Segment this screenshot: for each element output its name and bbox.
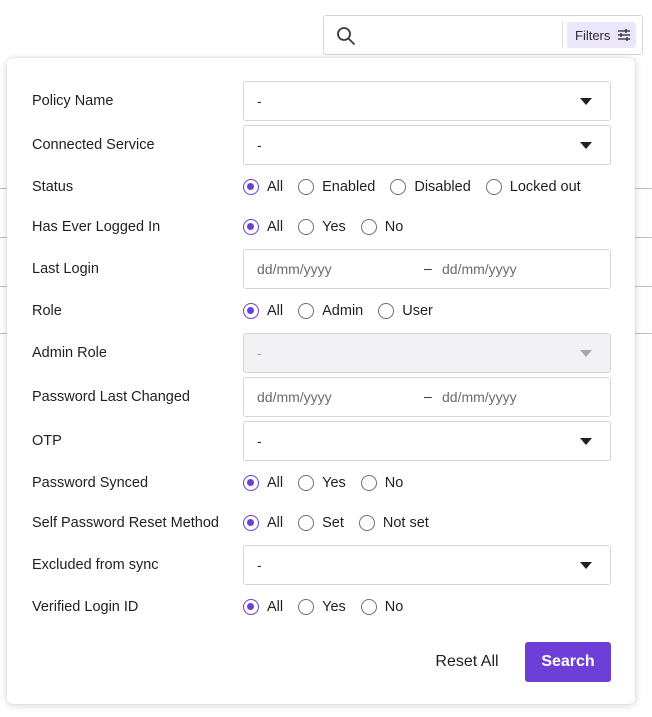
radio-icon[interactable] xyxy=(298,303,315,319)
admin-role-select: - xyxy=(243,333,611,373)
radio-icon[interactable] xyxy=(298,475,315,491)
reset-all-button[interactable]: Reset All xyxy=(427,642,507,682)
password-synced-radio-no[interactable]: No xyxy=(360,475,403,491)
radio-icon[interactable] xyxy=(298,179,315,195)
status-radio-all[interactable]: All xyxy=(243,179,283,195)
password-synced-radio-yes[interactable]: Yes xyxy=(298,475,346,491)
radio-icon[interactable] xyxy=(378,303,395,319)
sliders-icon xyxy=(618,29,631,41)
admin-role-label: Admin Role xyxy=(32,345,107,361)
search-input[interactable] xyxy=(364,22,554,48)
status-radio-enabled[interactable]: Enabled xyxy=(298,179,375,195)
last-login-from-input[interactable]: dd/mm/yyyy xyxy=(257,261,332,277)
password-synced-radio-group: All Yes No xyxy=(243,475,418,491)
connected-service-value: - xyxy=(257,137,262,153)
radio-selected-icon[interactable] xyxy=(243,179,259,195)
excluded-from-sync-label: Excluded from sync xyxy=(32,557,159,573)
filter-panel: Policy Name - Connected Service - Status… xyxy=(7,58,635,704)
password-synced-radio-all[interactable]: All xyxy=(243,475,283,491)
radio-selected-icon[interactable] xyxy=(243,515,259,531)
password-synced-label: Password Synced xyxy=(32,475,149,491)
radio-icon[interactable] xyxy=(485,179,502,195)
caret-down-icon xyxy=(580,562,592,569)
radio-selected-icon[interactable] xyxy=(243,303,259,319)
caret-down-icon xyxy=(580,438,592,445)
radio-icon[interactable] xyxy=(358,515,375,531)
radio-icon[interactable] xyxy=(390,179,407,195)
otp-value: - xyxy=(257,433,262,449)
role-radio-all[interactable]: All xyxy=(243,303,283,319)
has-ever-logged-in-radio-group: All Yes No xyxy=(243,219,418,235)
status-radio-disabled[interactable]: Disabled xyxy=(390,179,471,195)
radio-selected-icon[interactable] xyxy=(243,219,259,235)
background-divider xyxy=(634,333,652,334)
date-range-separator: – xyxy=(424,260,432,276)
verified-login-id-radio-all[interactable]: All xyxy=(243,599,283,615)
password-last-changed-label: Password Last Changed xyxy=(32,389,190,405)
self-password-reset-radio-all[interactable]: All xyxy=(243,515,283,531)
last-login-date-range[interactable]: dd/mm/yyyy – dd/mm/yyyy xyxy=(243,249,611,289)
connected-service-label: Connected Service xyxy=(32,137,155,153)
search-button[interactable]: Search xyxy=(525,642,611,682)
background-divider xyxy=(634,286,652,287)
radio-selected-icon[interactable] xyxy=(243,475,259,491)
radio-selected-icon[interactable] xyxy=(243,599,259,615)
self-password-reset-radio-group: All Set Not set xyxy=(243,515,444,531)
admin-role-value: - xyxy=(257,345,262,361)
radio-icon[interactable] xyxy=(298,599,315,615)
filters-label: Filters xyxy=(575,27,611,43)
caret-down-icon xyxy=(580,98,592,105)
role-radio-group: All Admin User xyxy=(243,303,448,319)
password-last-changed-to-input[interactable]: dd/mm/yyyy xyxy=(442,389,517,405)
policy-name-value: - xyxy=(257,93,262,109)
otp-select[interactable]: - xyxy=(243,421,611,461)
role-radio-user[interactable]: User xyxy=(378,303,433,319)
password-last-changed-from-input[interactable]: dd/mm/yyyy xyxy=(257,389,332,405)
search-icon xyxy=(336,26,356,46)
radio-icon[interactable] xyxy=(360,475,377,491)
background-divider xyxy=(634,188,652,189)
radio-icon[interactable] xyxy=(360,219,377,235)
policy-name-label: Policy Name xyxy=(32,93,114,109)
status-radio-group: All Enabled Disabled Locked out xyxy=(243,179,596,195)
status-radio-locked-out[interactable]: Locked out xyxy=(485,179,581,195)
verified-login-id-label: Verified Login ID xyxy=(32,599,139,615)
excluded-from-sync-value: - xyxy=(257,557,262,573)
self-password-reset-label: Self Password Reset Method xyxy=(32,515,219,531)
password-last-changed-date-range[interactable]: dd/mm/yyyy – dd/mm/yyyy xyxy=(243,377,611,417)
verified-login-id-radio-yes[interactable]: Yes xyxy=(298,599,346,615)
connected-service-select[interactable]: - xyxy=(243,125,611,165)
has-ever-logged-in-radio-no[interactable]: No xyxy=(360,219,403,235)
otp-label: OTP xyxy=(32,433,62,449)
search-bar: Filters xyxy=(323,15,643,55)
has-ever-logged-in-label: Has Ever Logged In xyxy=(32,219,161,235)
status-label: Status xyxy=(32,179,74,195)
last-login-to-input[interactable]: dd/mm/yyyy xyxy=(442,261,517,277)
background-divider xyxy=(634,237,652,238)
policy-name-select[interactable]: - xyxy=(243,81,611,121)
last-login-label: Last Login xyxy=(32,261,99,277)
caret-down-icon xyxy=(580,350,592,357)
self-password-reset-radio-not-set[interactable]: Not set xyxy=(358,515,429,531)
has-ever-logged-in-radio-yes[interactable]: Yes xyxy=(298,219,346,235)
self-password-reset-radio-set[interactable]: Set xyxy=(298,515,344,531)
has-ever-logged-in-radio-all[interactable]: All xyxy=(243,219,283,235)
role-label: Role xyxy=(32,303,62,319)
role-radio-admin[interactable]: Admin xyxy=(298,303,363,319)
verified-login-id-radio-group: All Yes No xyxy=(243,599,418,615)
caret-down-icon xyxy=(580,142,592,149)
search-divider xyxy=(562,22,563,48)
verified-login-id-radio-no[interactable]: No xyxy=(360,599,403,615)
radio-icon[interactable] xyxy=(298,515,315,531)
radio-icon[interactable] xyxy=(360,599,377,615)
filters-button[interactable]: Filters xyxy=(567,22,636,48)
date-range-separator: – xyxy=(424,388,432,404)
radio-icon[interactable] xyxy=(298,219,315,235)
excluded-from-sync-select[interactable]: - xyxy=(243,545,611,585)
